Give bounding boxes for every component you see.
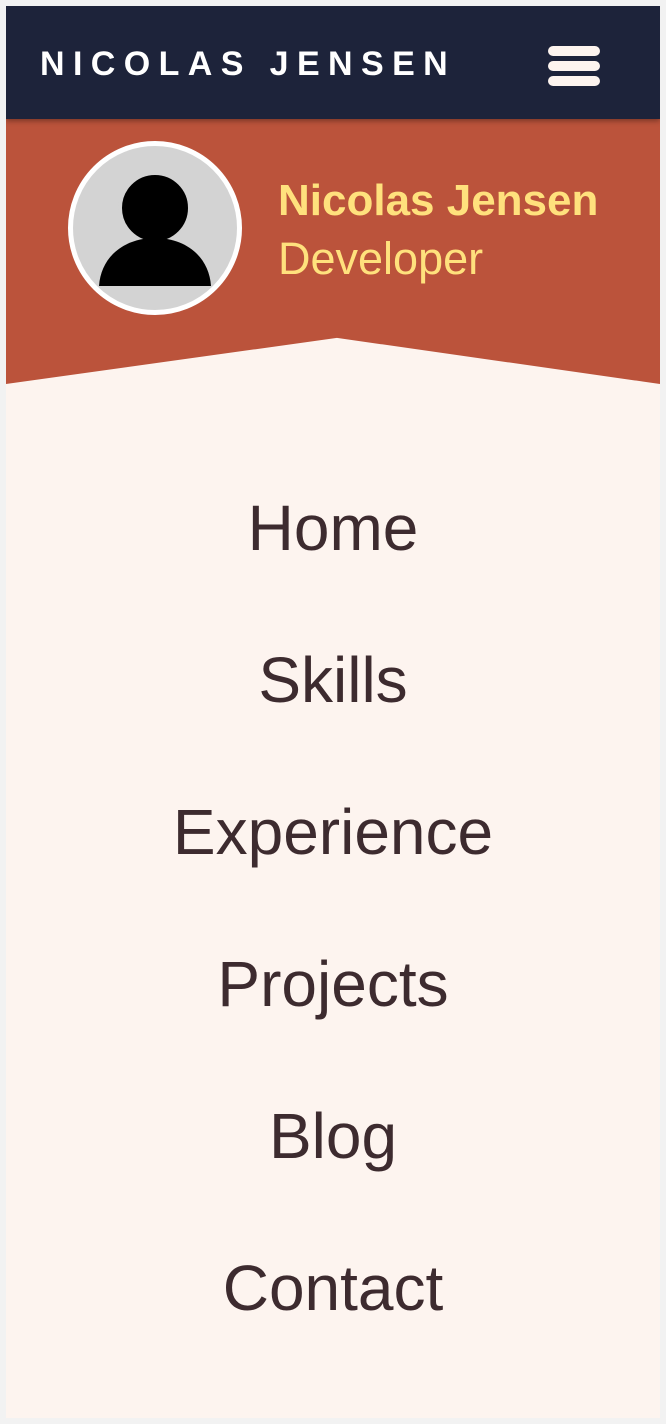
user-avatar-icon (68, 141, 242, 315)
profile-name: Nicolas Jensen (278, 176, 599, 225)
page-frame: NICOLAS JENSEN Nicolas Jensen Developer … (6, 6, 660, 1418)
avatar-silhouette (99, 171, 211, 286)
menu-item-skills[interactable]: Skills (6, 632, 660, 784)
menu-item-contact[interactable]: Contact (6, 1240, 660, 1392)
site-brand[interactable]: NICOLAS JENSEN (40, 44, 456, 84)
menu-bar-middle (548, 61, 600, 71)
hamburger-menu-icon[interactable] (544, 42, 604, 90)
menu-item-projects[interactable]: Projects (6, 936, 660, 1088)
menu-item-home[interactable]: Home (6, 480, 660, 632)
menu-bar-bottom (548, 76, 600, 86)
menu-item-experience[interactable]: Experience (6, 784, 660, 936)
profile-banner: Nicolas Jensen Developer (6, 119, 660, 384)
main-menu: Home Skills Experience Projects Blog Con… (6, 480, 660, 1392)
menu-item-blog[interactable]: Blog (6, 1088, 660, 1240)
navbar: NICOLAS JENSEN (6, 6, 660, 119)
profile-role: Developer (278, 233, 484, 284)
menu-bar-top (548, 46, 600, 56)
